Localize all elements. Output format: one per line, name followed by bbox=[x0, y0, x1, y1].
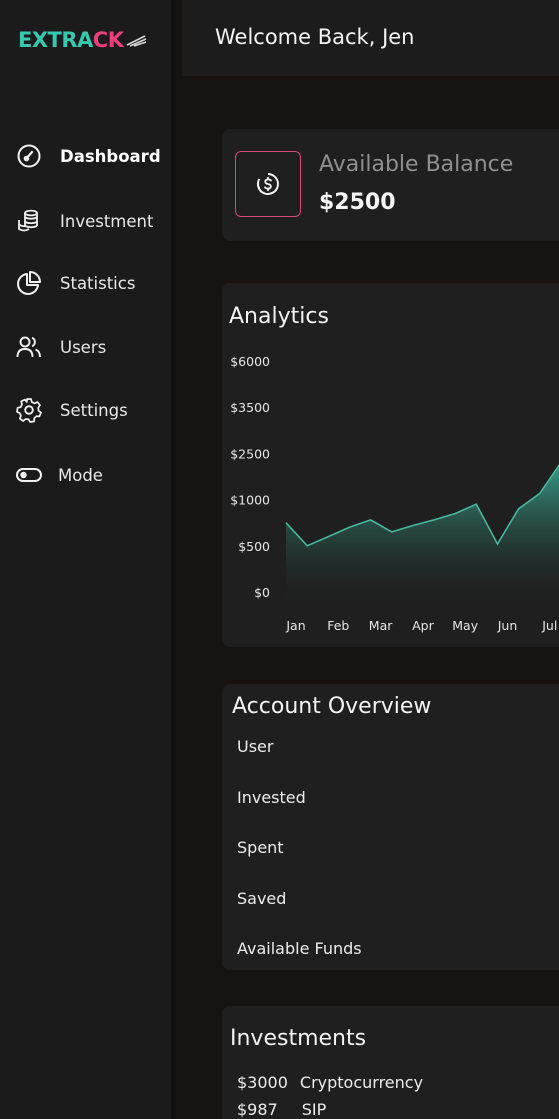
toggle-icon bbox=[16, 462, 42, 488]
y-tick-label: $1000 bbox=[230, 493, 270, 508]
x-tick-label: Apr bbox=[412, 618, 434, 633]
gauge-icon bbox=[16, 143, 42, 169]
sidebar-item-settings[interactable]: Settings bbox=[16, 397, 128, 423]
overview-row-available-funds: Available Funds bbox=[237, 939, 362, 958]
balance-card: Available Balance $2500 bbox=[222, 129, 559, 241]
sidebar-item-statistics[interactable]: Statistics bbox=[16, 270, 135, 296]
account-overview-card: Account Overview User Invested Spent Sav… bbox=[222, 684, 559, 970]
sidebar-item-label: Settings bbox=[60, 400, 128, 420]
x-tick-label: May bbox=[452, 618, 478, 633]
investment-name: Cryptocurrency bbox=[299, 1073, 424, 1092]
investment-amount: $987 bbox=[237, 1100, 278, 1119]
x-tick-label: Jun bbox=[497, 618, 518, 633]
y-tick-label: $0 bbox=[254, 585, 270, 600]
account-overview-title: Account Overview bbox=[232, 694, 432, 719]
overview-row-spent: Spent bbox=[237, 838, 284, 857]
y-tick-label: $2500 bbox=[230, 446, 270, 461]
welcome-message: Welcome Back, Jen bbox=[215, 25, 415, 49]
coins-stack-icon bbox=[16, 208, 42, 234]
logo-text-b: CK bbox=[92, 28, 124, 52]
app-logo[interactable]: EXTRA CK bbox=[18, 26, 147, 54]
gear-icon bbox=[16, 397, 42, 423]
overview-row-invested: Invested bbox=[237, 788, 306, 807]
investment-name: SIP bbox=[301, 1100, 327, 1119]
sidebar-item-label: Mode bbox=[58, 465, 103, 485]
dollar-coin-icon bbox=[235, 151, 301, 217]
sidebar-item-users[interactable]: Users bbox=[16, 334, 106, 360]
investment-row: $987 SIP bbox=[237, 1100, 326, 1119]
investments-title: Investments bbox=[230, 1026, 367, 1051]
overview-row-user: User bbox=[237, 737, 274, 756]
sidebar-item-mode[interactable]: Mode bbox=[16, 462, 103, 488]
top-header: Welcome Back, Jen bbox=[182, 0, 559, 76]
x-tick-label: Mar bbox=[369, 618, 393, 633]
y-tick-label: $6000 bbox=[230, 354, 270, 369]
balance-label: Available Balance bbox=[319, 152, 514, 177]
investment-row: $3000 Cryptocurrency bbox=[237, 1073, 423, 1092]
pie-chart-icon bbox=[16, 270, 42, 296]
analytics-chart: $0 $500 $1000 $2500 $3500 $6000 Jan Feb Mar Apr M… bbox=[230, 354, 559, 633]
x-tick-label: Jan bbox=[285, 618, 305, 633]
y-tick-label: $3500 bbox=[230, 400, 270, 415]
y-tick-label: $500 bbox=[238, 539, 270, 554]
users-icon bbox=[16, 334, 42, 360]
investments-card: Investments $3000 Cryptocurrency $987 SI… bbox=[222, 1006, 559, 1119]
sidebar-item-label: Dashboard bbox=[60, 146, 161, 166]
logo-stripes-icon bbox=[127, 35, 147, 47]
analytics-card: Analytics $0 $500 $1000 $2500 $3500 $6000 Jan… bbox=[222, 283, 559, 647]
x-tick-label: Feb bbox=[327, 618, 349, 633]
overview-row-saved: Saved bbox=[237, 889, 287, 908]
sidebar-item-investment[interactable]: Investment bbox=[16, 208, 153, 234]
x-tick-label: Jul bbox=[541, 618, 557, 633]
balance-value: $2500 bbox=[319, 190, 396, 215]
sidebar-item-label: Users bbox=[60, 337, 107, 357]
area-series bbox=[286, 465, 559, 602]
investment-amount: $3000 bbox=[237, 1073, 288, 1092]
sidebar: EXTRA CK Dashboard Investment Statistics … bbox=[0, 0, 176, 1119]
logo-text-a: EXTRA bbox=[18, 28, 93, 52]
sidebar-item-dashboard[interactable]: Dashboard bbox=[16, 143, 161, 169]
sidebar-item-label: Statistics bbox=[60, 273, 136, 293]
sidebar-item-label: Investment bbox=[60, 211, 154, 231]
